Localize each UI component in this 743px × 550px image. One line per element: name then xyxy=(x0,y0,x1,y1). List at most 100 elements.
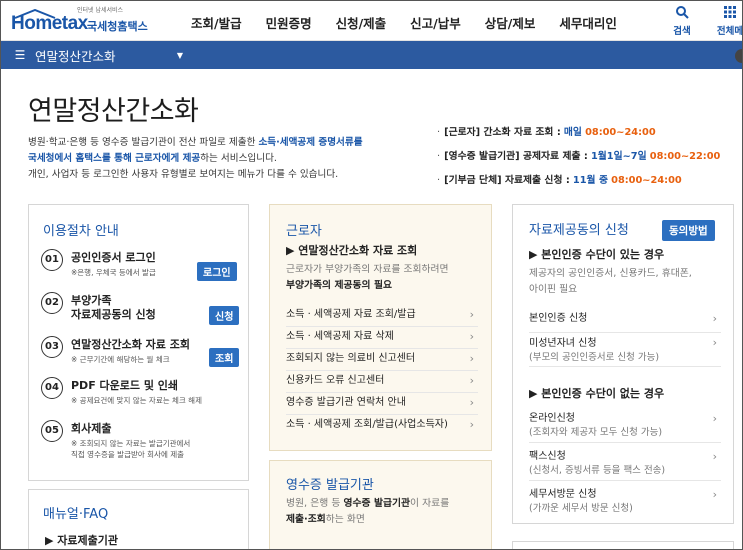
chevron-right-icon: › xyxy=(712,336,717,349)
worker-link[interactable]: 조회되지 않는 의료비 신고센터 › xyxy=(286,349,478,371)
chevron-right-icon: › xyxy=(469,374,474,387)
procedure-step: 04 PDF 다운로드 및 인쇄 ※ 공제요건에 맞지 않는 자료는 체크 해제 xyxy=(41,377,266,411)
step-number: 02 xyxy=(41,292,63,314)
consent-group2-head: ▶ 본인인증 수단이 없는 경우 xyxy=(529,387,665,400)
consent-group1-desc: 제공자의 공인인증서, 신용카드, 휴대폰, xyxy=(529,268,692,279)
schedule-label: [영수증 발급기관] 공제자료 제출 : xyxy=(444,151,588,162)
worker-link-label: 신용카드 오류 신고센터 xyxy=(286,375,385,386)
all-menu-button[interactable]: 전체메 xyxy=(707,5,742,38)
worker-link[interactable]: 소득 · 세액공제 자료 삭제 › xyxy=(286,327,478,349)
schedule-period: 11월 중 xyxy=(572,175,608,186)
page-frame: 인터넷 납세서비스 Hometax 국세청홈택스 조회/발급 민원증명 신청/제… xyxy=(0,0,743,550)
top-header: 인터넷 납세서비스 Hometax 국세청홈택스 조회/발급 민원증명 신청/제… xyxy=(1,1,742,41)
gnb-apply-submit[interactable]: 신청/제출 xyxy=(336,13,387,33)
consent-group1-head: ▶ 본인인증 수단이 있는 경우 xyxy=(529,248,665,261)
location-bar: ☰ 연말정산간소화 ▼ xyxy=(1,41,742,69)
inquiry-button[interactable]: 조회 xyxy=(209,348,240,367)
issuer-desc-text: 이 자료를 xyxy=(410,498,450,509)
worker-link-label: 조회되지 않는 의료비 신고센터 xyxy=(286,353,416,364)
procedure-step: 02 부양가족 자료제공동의 신청 신청 xyxy=(41,292,266,328)
consent-link[interactable]: 팩스신청 (신청서, 증빙서류 등을 팩스 전송) › xyxy=(529,447,721,481)
worker-card: 근로자 ▶ 연말정산간소화 자료 조회 근로자가 부양가족의 자료를 조회하려면… xyxy=(269,204,492,451)
step-desc: 직접 영수증을 발급받아 회사에 제출 xyxy=(71,450,185,459)
worker-link[interactable]: 신용카드 오류 신고센터 › xyxy=(286,371,478,393)
step-desc: ※ 조회되지 않는 자료는 발급기관에서 xyxy=(71,439,191,448)
issuer-desc-emphasis: 제출·조회 xyxy=(286,514,326,525)
side-toggle-icon[interactable] xyxy=(735,49,742,63)
current-menu-label: 연말정산간소화 xyxy=(35,48,116,64)
chevron-right-icon: › xyxy=(469,352,474,365)
worker-link[interactable]: 소득 · 세액공제 조회/발급(사업소득자) › xyxy=(286,415,478,437)
consent-group1-desc: 아이핀 필요 xyxy=(529,284,578,295)
search-label: 검색 xyxy=(673,26,691,37)
consent-link-sub: (조회자와 제공자 모두 신청 가능) xyxy=(529,427,663,438)
gnb-consult-report[interactable]: 상담/제보 xyxy=(485,13,536,33)
worker-link[interactable]: 영수증 발급기관 연락처 안내 › xyxy=(286,393,478,415)
page-title: 연말정산간소화 xyxy=(28,96,199,127)
worker-link-label: 소득 · 세액공제 자료 조회/발급 xyxy=(286,309,416,320)
schedule-info: · [근로자] 간소화 자료 조회 : 매일 08:00~24:00 · [영수증 … xyxy=(437,121,742,193)
schedule-label: [근로자] 간소화 자료 조회 : xyxy=(444,127,561,138)
issuer-desc-text: 하는 화면 xyxy=(325,514,365,525)
global-nav: 조회/발급 민원증명 신청/제출 신고/납부 상담/제보 세무대리인 xyxy=(191,13,641,33)
manual-faq-card: 매뉴얼·FAQ ▶ 자료제출기관 xyxy=(28,489,249,549)
chevron-right-icon: › xyxy=(712,450,717,463)
consent-link[interactable]: 온라인신청 (조회자와 제공자 모두 신청 가능) › xyxy=(529,409,721,443)
schedule-label: [기부금 단체] 자료제출 신청 : xyxy=(444,175,570,186)
worker-link-label: 소득 · 세액공제 자료 삭제 xyxy=(286,331,394,342)
search-button[interactable]: 검색 xyxy=(659,5,705,38)
consent-link-sub: (신청서, 증빙서류 등을 팩스 전송) xyxy=(529,465,666,476)
gnb-report-pay[interactable]: 신고/납부 xyxy=(410,13,461,33)
worker-desc: 근로자가 부양가족의 자료를 조회하려면 xyxy=(286,264,449,275)
step-number: 05 xyxy=(41,420,63,442)
consent-link-label: 팩스신청 xyxy=(529,451,566,462)
consent-link[interactable]: 본인인증 신청 › xyxy=(529,309,721,333)
gnb-civil-certificates[interactable]: 민원증명 xyxy=(266,13,312,33)
schedule-time: 08:00~24:00 xyxy=(611,175,682,186)
next-card-peek xyxy=(512,541,734,549)
chevron-right-icon: › xyxy=(712,412,717,425)
step-number: 01 xyxy=(41,249,63,271)
bullet-dot: · xyxy=(437,175,441,186)
intro-highlight: 국세청에서 홈택스를 통해 근로자에게 제공 xyxy=(28,153,201,164)
issuer-desc: 병원, 은행 등 영수증 발급기관이 자료를 xyxy=(286,496,449,512)
consent-method-button[interactable]: 동의방법 xyxy=(662,220,715,241)
chevron-right-icon: › xyxy=(469,396,474,409)
login-button[interactable]: 로그인 xyxy=(197,262,237,281)
issuer-desc-text: 병원, 은행 등 xyxy=(286,498,344,509)
grid-icon xyxy=(724,6,736,18)
worker-link[interactable]: 소득 · 세액공제 자료 조회/발급 › xyxy=(286,305,478,327)
gnb-tax-agent[interactable]: 세무대리인 xyxy=(559,13,617,33)
step-desc: ※은행, 우체국 등에서 발급 xyxy=(71,268,156,277)
bullet-dot: · xyxy=(437,151,441,162)
schedule-row: · [영수증 발급기관] 공제자료 제출 : 1월1일~7일 08:00~22:0… xyxy=(437,145,742,169)
consent-link[interactable]: 세무서방문 신청 (가까운 세무서 방문 신청) › xyxy=(529,485,721,519)
schedule-row: · [기부금 단체] 자료제출 신청 : 11월 중 08:00~24:00 xyxy=(437,169,742,193)
hometax-logo[interactable]: 인터넷 납세서비스 Hometax 국세청홈택스 xyxy=(11,5,161,37)
consent-card: 자료제공동의 신청 동의방법 ▶ 본인인증 수단이 있는 경우 제공자의 공인인… xyxy=(512,204,734,524)
step-title: PDF 다운로드 및 인쇄 xyxy=(71,379,179,392)
intro-text: 하는 서비스입니다. xyxy=(200,153,277,164)
manual-faq-item[interactable]: ▶ 자료제출기관 xyxy=(45,532,118,548)
apply-button[interactable]: 신청 xyxy=(209,306,240,325)
schedule-time: 08:00~24:00 xyxy=(585,127,656,138)
worker-title: 근로자 xyxy=(286,224,322,239)
procedure-step: 03 연말정산간소화 자료 조회 ※ 근무기간에 해당하는 월 체크 조회 xyxy=(41,336,266,370)
hamburger-icon: ☰ xyxy=(14,48,26,62)
gnb-inquiry-issue[interactable]: 조회/발급 xyxy=(191,13,242,33)
page-intro: 병원·학교·은행 등 영수증 발급기관이 전산 파일로 제출한 소득·세액공제 … xyxy=(28,135,428,183)
intro-text: 개인, 사업자 등 로그인한 사용자 유형별로 보여지는 메뉴가 다를 수 있습… xyxy=(28,169,339,180)
consent-link[interactable]: 미성년자녀 신청 (부모의 공인인증서로 신청 가능) › xyxy=(529,333,721,367)
step-title: 부양가족 xyxy=(71,294,112,307)
logo-korean-name: 국세청홈택스 xyxy=(87,20,148,33)
chevron-right-icon: › xyxy=(469,308,474,321)
consent-link-label: 세무서방문 신청 xyxy=(529,489,597,500)
schedule-row: · [근로자] 간소화 자료 조회 : 매일 08:00~24:00 xyxy=(437,121,742,145)
procedure-step: 01 공인인증서 로그인 ※은행, 우체국 등에서 발급 로그인 xyxy=(41,249,266,283)
menu-location-dropdown[interactable]: ☰ 연말정산간소화 ▼ xyxy=(9,41,189,69)
schedule-time: 08:00~22:00 xyxy=(649,151,721,162)
step-title: 연말정산간소화 자료 조회 xyxy=(71,338,190,351)
consent-link-label: 온라인신청 xyxy=(529,413,575,424)
search-icon xyxy=(676,6,689,19)
step-desc: ※ 근무기간에 해당하는 월 체크 xyxy=(71,355,170,364)
